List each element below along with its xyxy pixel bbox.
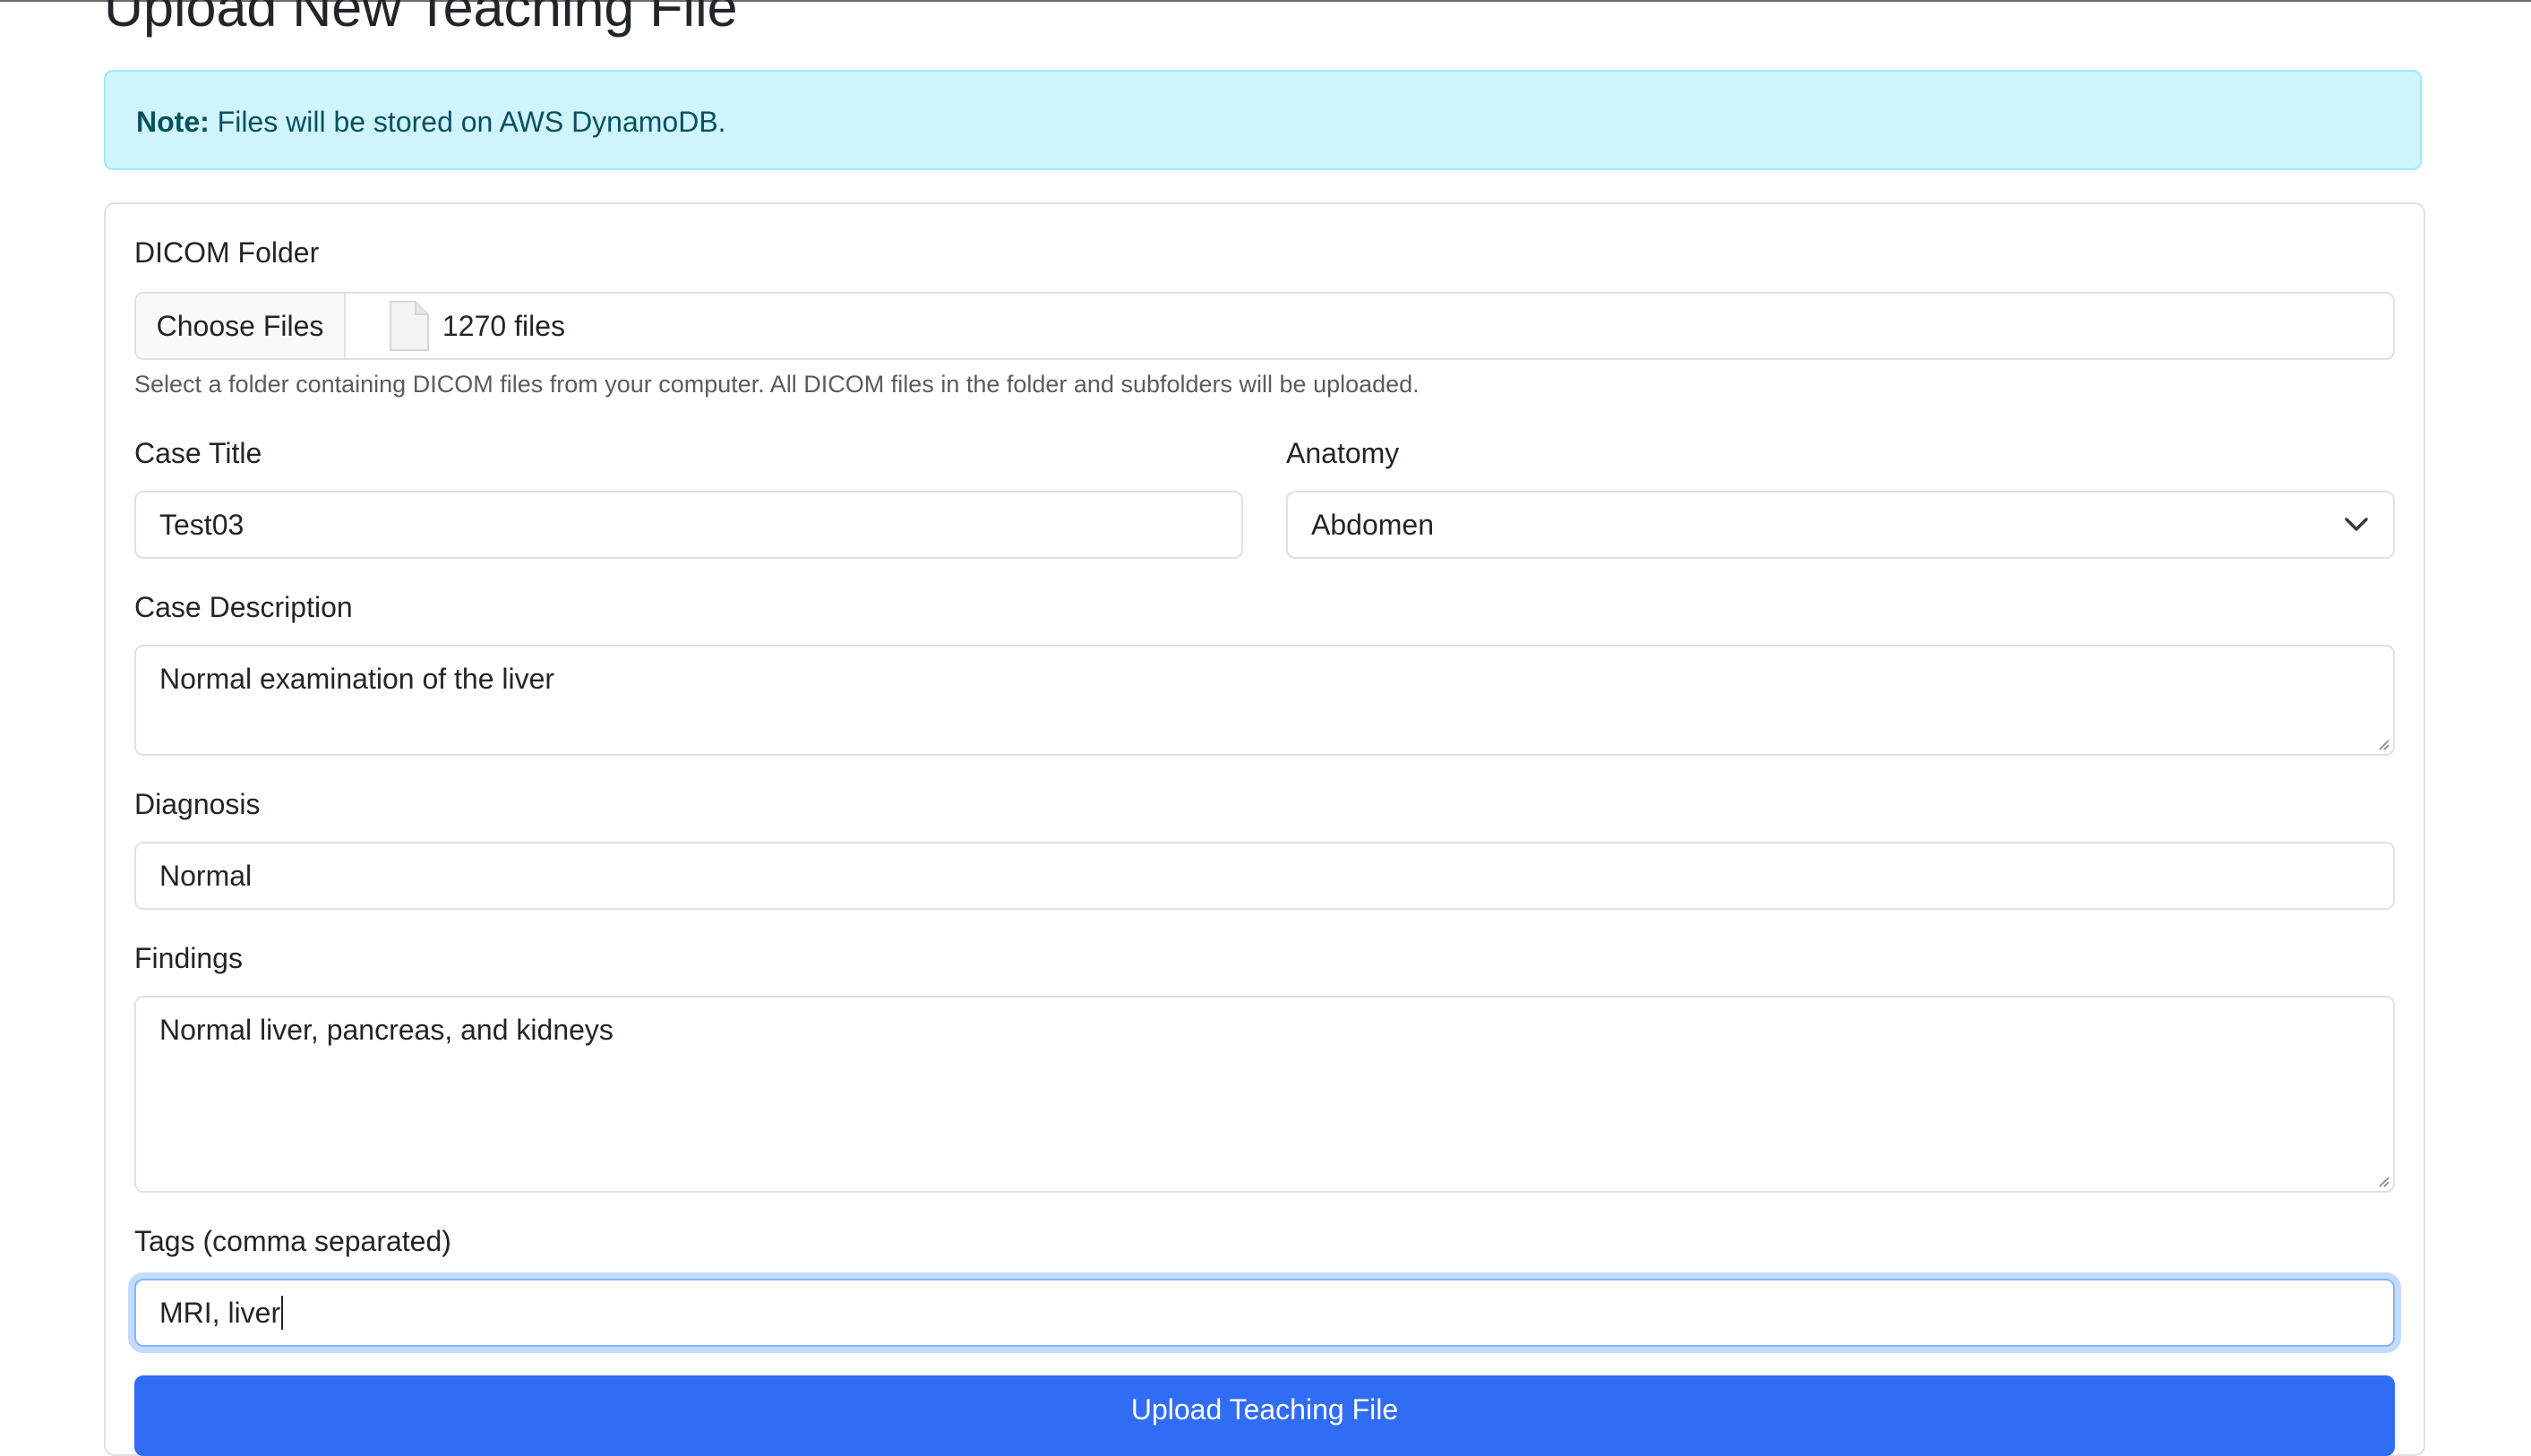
- upload-teaching-file-button[interactable]: Upload Teaching File: [134, 1375, 2395, 1456]
- findings-textarea[interactable]: Normal liver, pancreas, and kidneys: [134, 996, 2395, 1193]
- diagnosis-input[interactable]: Normal: [134, 842, 2395, 910]
- text-caret: [281, 1296, 284, 1330]
- anatomy-select[interactable]: Abdomen: [1286, 491, 2395, 559]
- case-title-input[interactable]: Test03: [134, 491, 1243, 559]
- info-alert: Note: Files will be stored on AWS Dynamo…: [104, 70, 2422, 170]
- findings-label: Findings: [134, 942, 243, 974]
- resize-handle-icon[interactable]: [2375, 736, 2389, 750]
- tags-label: Tags (comma separated): [134, 1225, 451, 1257]
- dicom-help-text: Select a folder containing DICOM files f…: [134, 371, 1420, 398]
- anatomy-selected-value: Abdomen: [1311, 508, 1434, 541]
- alert-text: Files will be stored on AWS DynamoDB.: [209, 106, 726, 138]
- resize-handle-icon[interactable]: [2375, 1173, 2389, 1187]
- dicom-folder-label: DICOM Folder: [134, 236, 320, 269]
- findings-value: Normal liver, pancreas, and kidneys: [159, 1014, 613, 1046]
- diagnosis-label: Diagnosis: [134, 788, 261, 820]
- dicom-folder-input[interactable]: Choose Files 1270 files: [134, 292, 2395, 360]
- file-count: 1270 files: [442, 309, 565, 342]
- tags-input[interactable]: MRI, liver: [134, 1279, 2395, 1347]
- choose-files-button[interactable]: Choose Files: [136, 294, 346, 358]
- tags-value: MRI, liver: [159, 1296, 281, 1329]
- diagnosis-value: Normal: [159, 859, 253, 892]
- alert-strong: Note:: [136, 106, 210, 138]
- anatomy-label: Anatomy: [1286, 437, 1400, 469]
- case-description-value: Normal examination of the liver: [159, 663, 555, 695]
- file-icon: [389, 300, 430, 352]
- upload-form-card: DICOM Folder Choose Files 1270 files Sel…: [104, 202, 2425, 1456]
- chevron-down-icon: [2345, 518, 2368, 531]
- case-title-value: Test03: [159, 508, 245, 541]
- case-description-textarea[interactable]: Normal examination of the liver: [134, 645, 2395, 756]
- case-title-label: Case Title: [134, 437, 262, 469]
- page-title: Upload New Teaching File: [104, 0, 738, 38]
- case-description-label: Case Description: [134, 591, 353, 623]
